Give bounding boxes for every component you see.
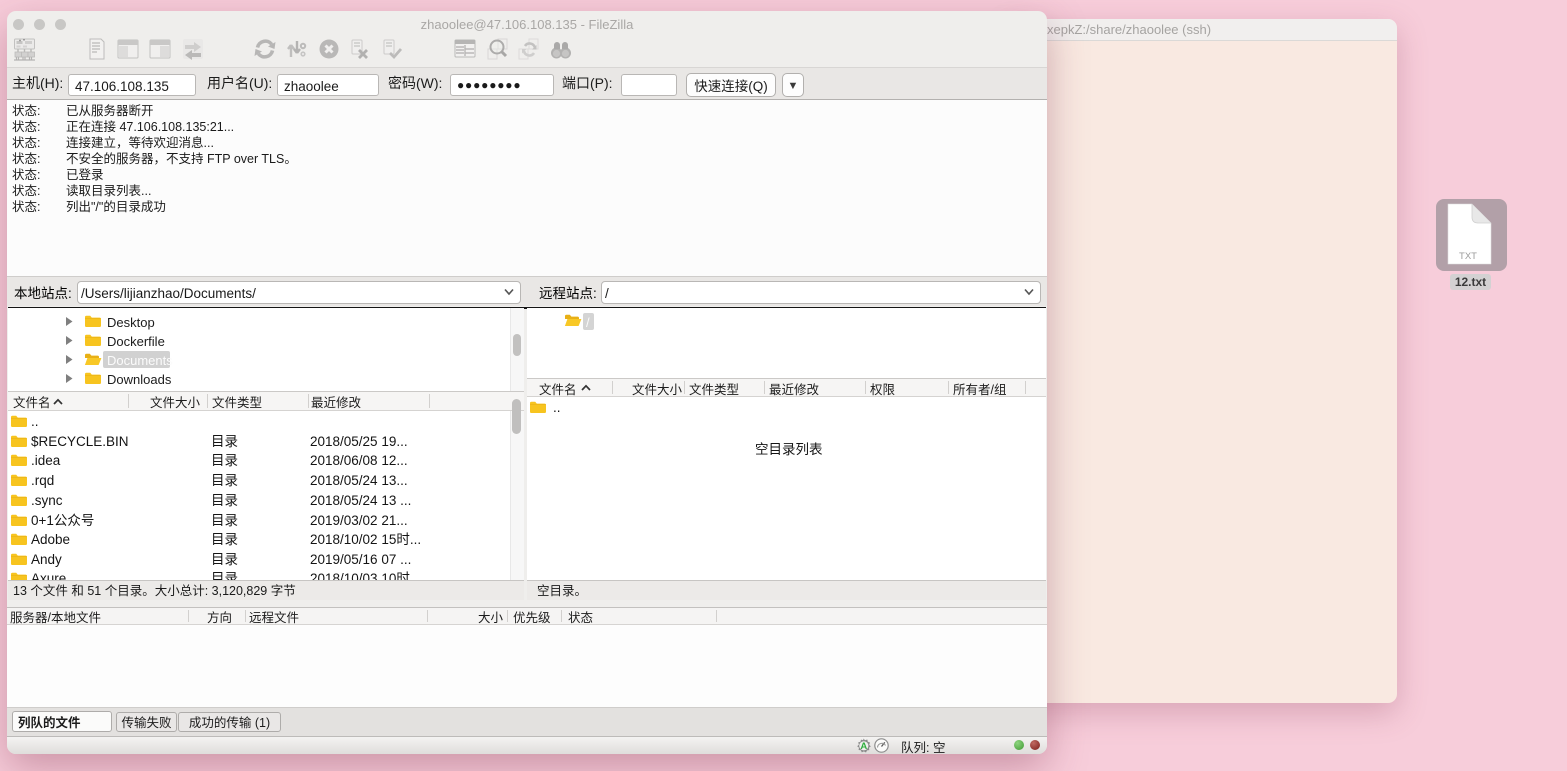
svg-text:A: A [860,741,867,752]
svg-text:TXT: TXT [1459,251,1477,262]
